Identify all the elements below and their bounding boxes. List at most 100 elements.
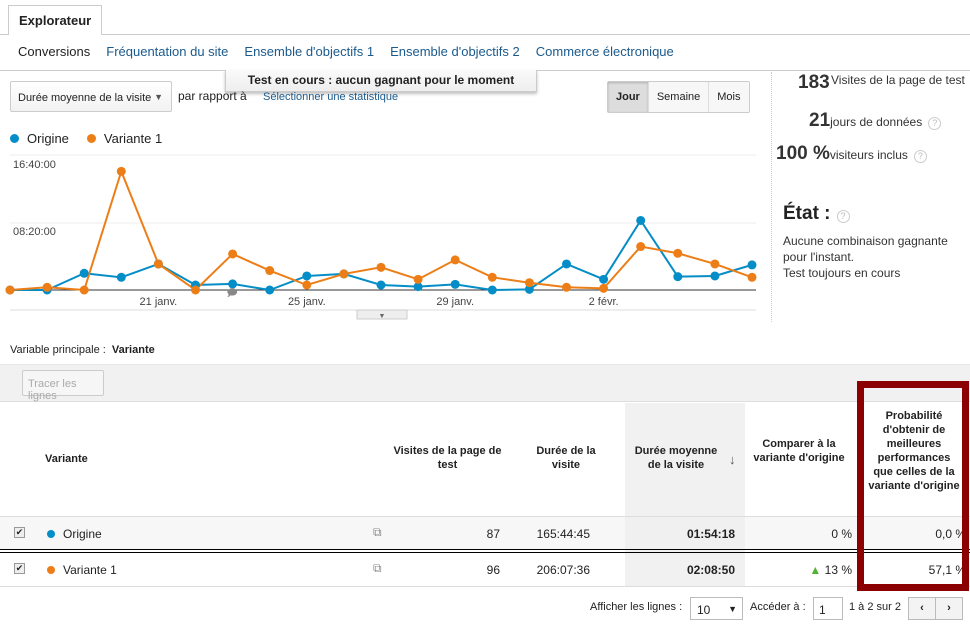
- origine-dot-icon: [47, 530, 55, 538]
- x-tick-label: 25 janv.: [288, 296, 326, 308]
- stat-visits: 183 Visites de la page de test: [798, 72, 968, 94]
- data-point[interactable]: [302, 271, 312, 281]
- data-point[interactable]: [413, 274, 423, 284]
- data-point[interactable]: [79, 285, 89, 295]
- highlight-box: [857, 381, 969, 591]
- stat-value: 183: [798, 72, 830, 93]
- data-point[interactable]: [673, 248, 683, 258]
- data-point[interactable]: [191, 285, 200, 295]
- primary-variable-label: Variable principale :: [10, 344, 106, 356]
- header-variante[interactable]: Variante: [45, 452, 88, 466]
- data-point[interactable]: [562, 282, 571, 292]
- table-toolbar: [0, 364, 970, 402]
- data-point[interactable]: [599, 283, 609, 293]
- primary-variable: Variable principale : Variante: [10, 344, 155, 356]
- stat-value: 21: [809, 110, 831, 131]
- data-point[interactable]: [487, 272, 497, 282]
- etat-text: Aucune combinaison gagnante pour l'insta…: [783, 233, 968, 281]
- data-point[interactable]: [747, 272, 757, 282]
- data-point[interactable]: [636, 242, 646, 252]
- data-point[interactable]: [376, 280, 386, 290]
- data-point[interactable]: [524, 278, 534, 288]
- data-point[interactable]: [42, 282, 52, 292]
- data-point[interactable]: [747, 260, 757, 270]
- series-line-variante: [9, 168, 753, 292]
- external-link-icon[interactable]: ⧉: [373, 561, 382, 576]
- cell-duration: 165:44:45: [536, 527, 590, 541]
- data-point[interactable]: [153, 259, 163, 269]
- etat-title: État :: [783, 203, 831, 224]
- x-tick-label: 29 janv.: [436, 296, 474, 308]
- stat-label: jours de données: [830, 115, 923, 129]
- header-duree[interactable]: Durée de la visite: [528, 444, 604, 472]
- cell-avg-duration: 01:54:18: [686, 527, 735, 541]
- divider: [771, 72, 772, 322]
- sort-down-icon: ↓: [729, 452, 736, 467]
- data-point[interactable]: [376, 262, 386, 272]
- cell-compare: 13 %: [824, 563, 852, 577]
- variant-name[interactable]: Variante 1: [63, 563, 117, 577]
- data-point[interactable]: [5, 285, 15, 295]
- header-visites[interactable]: Visites de la page de test: [390, 444, 505, 472]
- etat-heading: État :?: [783, 203, 850, 225]
- data-point[interactable]: [636, 215, 646, 225]
- rows-label: Afficher les lignes :: [590, 601, 683, 613]
- data-point[interactable]: [450, 279, 460, 289]
- data-point[interactable]: [302, 280, 312, 290]
- x-tick-label: 2 févr.: [589, 296, 619, 308]
- etat-text-1: Aucune combinaison gagnante pour l'insta…: [783, 234, 948, 264]
- stat-days: 21jours de données?: [809, 110, 942, 132]
- cell-visits: 87: [486, 527, 500, 541]
- external-link-icon[interactable]: ⧉: [373, 525, 382, 540]
- etat-text-2: Test toujours en cours: [783, 266, 901, 280]
- data-point[interactable]: [710, 259, 720, 269]
- row-checkbox[interactable]: ✔: [14, 563, 25, 574]
- help-icon[interactable]: ?: [836, 210, 850, 223]
- header-comparer[interactable]: Comparer à la variante d'origine: [752, 437, 846, 465]
- stat-visitors: 100 %visiteurs inclus?: [776, 143, 927, 165]
- table-row: ✔ Variante 1 ⧉ 96 206:07:36 02:08:50 ▲ 1…: [0, 553, 970, 586]
- arrow-up-icon: ▲: [809, 563, 822, 577]
- page-input[interactable]: 1: [813, 597, 843, 620]
- line-chart: 16:40:00 08:20:00 21 janv. 25 janv. 29 jan…: [5, 154, 757, 320]
- data-point[interactable]: [265, 266, 275, 276]
- rows-value: 10: [697, 603, 711, 617]
- data-point[interactable]: [339, 269, 349, 279]
- data-point[interactable]: [265, 285, 275, 295]
- help-icon[interactable]: ?: [913, 150, 927, 163]
- prev-page-button[interactable]: ‹: [908, 597, 936, 620]
- data-point[interactable]: [710, 271, 720, 281]
- stat-label: visiteurs inclus: [829, 148, 908, 162]
- variant-name[interactable]: Origine: [63, 527, 102, 541]
- data-point[interactable]: [673, 272, 683, 282]
- data-point[interactable]: [228, 249, 238, 259]
- page-range: 1 à 2 sur 2: [849, 601, 901, 613]
- y-tick-label: 08:20:00: [13, 226, 56, 238]
- header-duree-moyenne[interactable]: Durée moyenne de la visite: [628, 444, 724, 472]
- y-tick-label: 16:40:00: [13, 159, 56, 171]
- x-tick-label: 21 janv.: [140, 296, 178, 308]
- data-point[interactable]: [450, 255, 460, 265]
- annotation-icon[interactable]: 🗩: [226, 288, 237, 299]
- variante-dot-icon: [47, 566, 55, 574]
- help-icon[interactable]: ?: [928, 117, 942, 130]
- row-checkbox[interactable]: ✔: [14, 527, 25, 538]
- data-point[interactable]: [599, 274, 609, 284]
- tab-explorateur[interactable]: Explorateur: [8, 5, 102, 35]
- data-point[interactable]: [79, 268, 89, 278]
- cell-compare: 0 %: [831, 527, 852, 541]
- data-point[interactable]: [116, 166, 126, 176]
- goto-label: Accéder à :: [750, 601, 806, 613]
- plot-rows-button[interactable]: Tracer les lignes: [22, 370, 104, 402]
- cell-visits: 96: [486, 563, 500, 577]
- data-point[interactable]: [487, 285, 497, 295]
- data-point[interactable]: [562, 259, 571, 269]
- stat-label: Visites de la page de test: [831, 73, 965, 87]
- next-page-button[interactable]: ›: [935, 597, 963, 620]
- cell-duration: 206:07:36: [536, 563, 590, 577]
- data-point[interactable]: [116, 272, 126, 282]
- stat-value: 100 %: [776, 143, 830, 164]
- rows-select[interactable]: 10 ▼: [690, 597, 743, 620]
- primary-variable-value[interactable]: Variante: [112, 344, 155, 356]
- cell-avg-duration: 02:08:50: [686, 563, 735, 577]
